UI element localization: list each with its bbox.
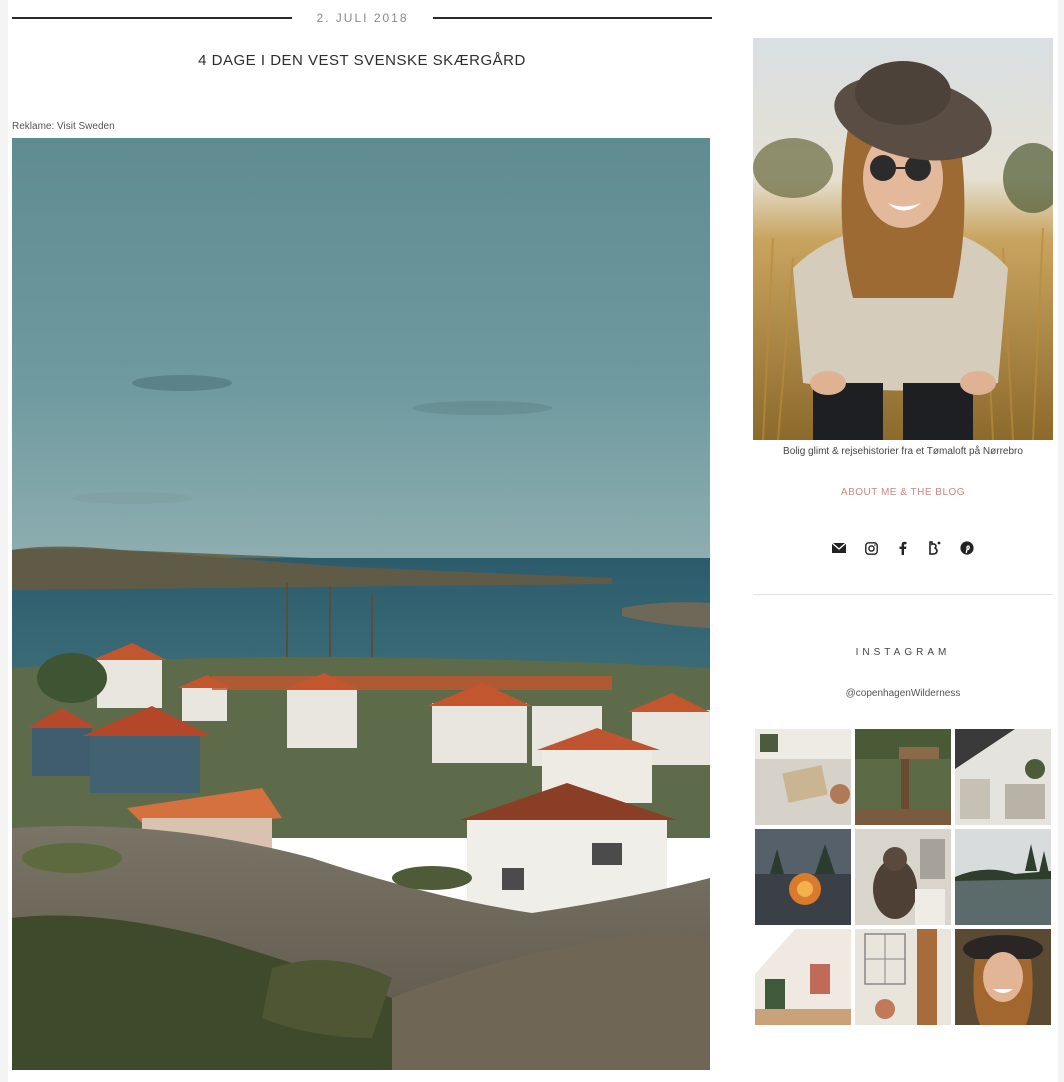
social-links [753, 538, 1053, 558]
instagram-handle[interactable]: @copenhagenWilderness [753, 688, 1053, 699]
instagram-tile[interactable] [855, 729, 951, 825]
facebook-icon[interactable] [893, 538, 913, 558]
instagram-tile[interactable] [855, 829, 951, 925]
sponsor-label: Reklame: Visit Sweden [12, 121, 115, 132]
date-rule-right [433, 17, 712, 19]
instagram-tile[interactable] [755, 729, 851, 825]
about-me-link[interactable]: ABOUT ME & THE BLOG [753, 487, 1053, 498]
post-title[interactable]: 4 DAGE I DEN VEST SVENSKE SKÆRGÅRD [12, 52, 712, 69]
instagram-tile[interactable] [755, 829, 851, 925]
bloglovin-icon[interactable] [925, 538, 945, 558]
date-rule-left [12, 17, 292, 19]
post-hero-image[interactable] [12, 138, 710, 1070]
instagram-tile[interactable] [755, 929, 851, 1025]
sidebar: Bolig glimt & rejsehistorier fra et Tøma… [753, 38, 1053, 1025]
instagram-heading: INSTAGRAM [855, 647, 951, 658]
instagram-icon[interactable] [861, 538, 881, 558]
profile-photo[interactable] [753, 38, 1053, 440]
instagram-tile[interactable] [955, 729, 1051, 825]
instagram-tile[interactable] [855, 929, 951, 1025]
instagram-tile[interactable] [955, 829, 1051, 925]
post-date: 2. JULI 2018 [316, 11, 409, 25]
page: 2. JULI 2018 4 DAGE I DEN VEST SVENSKE S… [8, 0, 1058, 1082]
sidebar-divider [753, 594, 1053, 595]
instagram-tile[interactable] [955, 929, 1051, 1025]
profile-caption: Bolig glimt & rejsehistorier fra et Tøma… [783, 446, 1023, 457]
post-date-row: 2. JULI 2018 [12, 8, 712, 28]
mail-icon[interactable] [829, 538, 849, 558]
instagram-grid [755, 729, 1053, 1025]
pinterest-icon[interactable] [957, 538, 977, 558]
